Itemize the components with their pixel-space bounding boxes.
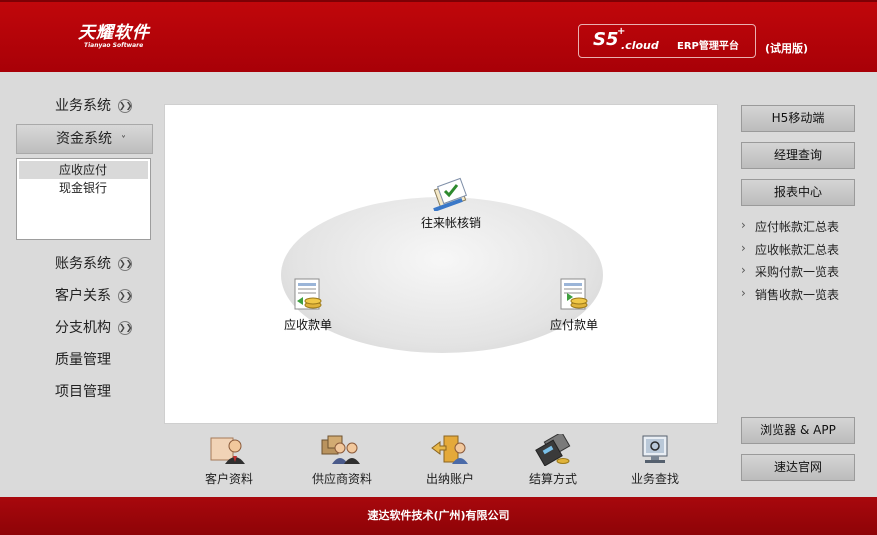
nav-item-label: 质量管理	[55, 352, 111, 368]
expand-icon[interactable]: ❯❯	[118, 289, 132, 303]
node-label: 应付款单	[549, 318, 598, 332]
expand-icon[interactable]: ❯❯	[118, 99, 132, 113]
cashier-icon	[431, 435, 468, 464]
nav-item-label: 分支机构	[55, 320, 111, 336]
nav-item-label: 账务系统	[55, 256, 111, 272]
report-center-button[interactable]: 报表中心	[741, 179, 855, 206]
chevron-right-icon: ›	[741, 285, 746, 300]
report-list: › 应付帐款汇总表 › 应收帐款汇总表 › 采购付款一览表 › 销售收款一览表	[741, 218, 871, 308]
chevron-right-icon: ›	[741, 263, 746, 277]
nav-item-label: 资金系统	[56, 131, 112, 147]
node-reconcile[interactable]: 往来帐核销	[401, 177, 501, 231]
report-label: 销售收款一览表	[755, 287, 840, 302]
trial-label: (试用版)	[765, 42, 809, 55]
product-platform: ERP管理平台	[677, 41, 739, 52]
submenu-item-receivable-payable[interactable]: 应收应付	[19, 161, 148, 179]
search-icon	[642, 435, 668, 463]
funds-submenu: 应收应付 现金银行	[16, 158, 151, 240]
workflow-panel: 往来帐核销 应收款单 应付款单	[164, 104, 718, 424]
product-badge: S5 + .cloud ERP管理平台	[578, 24, 756, 58]
node-receivable[interactable]: 应收款单	[275, 277, 341, 333]
tool-settlement[interactable]: 结算方式	[513, 434, 593, 487]
tool-label: 供应商资料	[311, 472, 372, 486]
nav-item-label: 客户关系	[55, 288, 111, 304]
submenu-item-cash-bank[interactable]: 现金银行	[19, 179, 148, 197]
report-label: 采购付款一览表	[755, 265, 840, 279]
tool-business-search[interactable]: 业务查找	[615, 434, 695, 487]
receivable-icon	[294, 278, 322, 310]
supplier-icon	[321, 435, 360, 464]
nav-item-funds[interactable]: 资金系统 ˅	[16, 124, 153, 154]
expand-icon[interactable]: ❯❯	[118, 257, 132, 271]
expand-icon[interactable]: ❯❯	[118, 321, 132, 335]
company-name: 速达软件技术(广州)有限公司	[367, 509, 510, 522]
nav-item-project[interactable]: 项目管理	[16, 378, 153, 410]
manager-query-button[interactable]: 经理查询	[741, 142, 855, 169]
report-link-sales-receipt[interactable]: › 销售收款一览表	[741, 286, 871, 309]
tool-label: 客户资料	[204, 472, 253, 486]
bottom-toolbar: 客户资料 供应商资料 出纳账户 结算方式 业务查找	[164, 434, 718, 490]
settlement-icon	[535, 434, 571, 466]
chevron-right-icon: ›	[741, 218, 746, 232]
app-header: 天耀软件 Tianyao Software S5 + .cloud ERP管理平…	[0, 0, 877, 72]
tool-cashier[interactable]: 出纳账户	[410, 434, 490, 487]
nav-item-branch[interactable]: 分支机构 ❯❯	[16, 314, 153, 346]
official-site-button[interactable]: 速达官网	[741, 454, 855, 481]
nav-item-label: 业务系统	[55, 98, 111, 114]
product-cloud: .cloud	[621, 39, 659, 52]
logo-text-en: Tianyao Software	[84, 42, 144, 49]
left-nav: 业务系统 ❯❯ 资金系统 ˅ 应收应付 现金银行 账务系统 ❯❯ 客户关系 ❯❯…	[16, 92, 153, 410]
node-label: 应收款单	[283, 318, 332, 332]
reconcile-icon	[433, 177, 467, 211]
nav-item-crm[interactable]: 客户关系 ❯❯	[16, 282, 153, 314]
product-name: S5	[593, 29, 619, 50]
logo: 天耀软件 Tianyao Software	[78, 24, 150, 50]
report-link-purchase-payment[interactable]: › 采购付款一览表	[741, 263, 871, 286]
report-label: 应收帐款汇总表	[755, 242, 840, 257]
tool-label: 结算方式	[528, 472, 577, 486]
browser-app-button[interactable]: 浏览器 & APP	[741, 417, 855, 444]
h5-mobile-button[interactable]: H5移动端	[741, 105, 855, 132]
customer-icon	[210, 437, 245, 464]
nav-item-label: 项目管理	[55, 384, 111, 400]
product-plus: +	[617, 26, 626, 37]
nav-item-business[interactable]: 业务系统 ❯❯	[16, 92, 153, 124]
nav-item-quality[interactable]: 质量管理	[16, 346, 153, 378]
chevron-right-icon: ›	[741, 240, 746, 255]
app-footer: 速达软件技术(广州)有限公司	[0, 497, 877, 535]
collapse-icon[interactable]: ˅	[121, 127, 126, 155]
tool-label: 出纳账户	[425, 472, 474, 486]
logo-text-cn: 天耀软件	[78, 23, 150, 43]
payable-icon	[560, 278, 588, 310]
report-label: 应付帐款汇总表	[755, 220, 840, 234]
tool-supplier[interactable]: 供应商资料	[302, 434, 382, 487]
tool-label: 业务查找	[630, 472, 679, 486]
report-link-receivable-summary[interactable]: › 应收帐款汇总表	[741, 241, 871, 264]
nav-item-accounting[interactable]: 账务系统 ❯❯	[16, 250, 153, 282]
node-payable[interactable]: 应付款单	[541, 277, 607, 333]
node-label: 往来帐核销	[420, 216, 481, 230]
tool-customer[interactable]: 客户资料	[189, 434, 269, 487]
report-link-payable-summary[interactable]: › 应付帐款汇总表	[741, 218, 871, 241]
